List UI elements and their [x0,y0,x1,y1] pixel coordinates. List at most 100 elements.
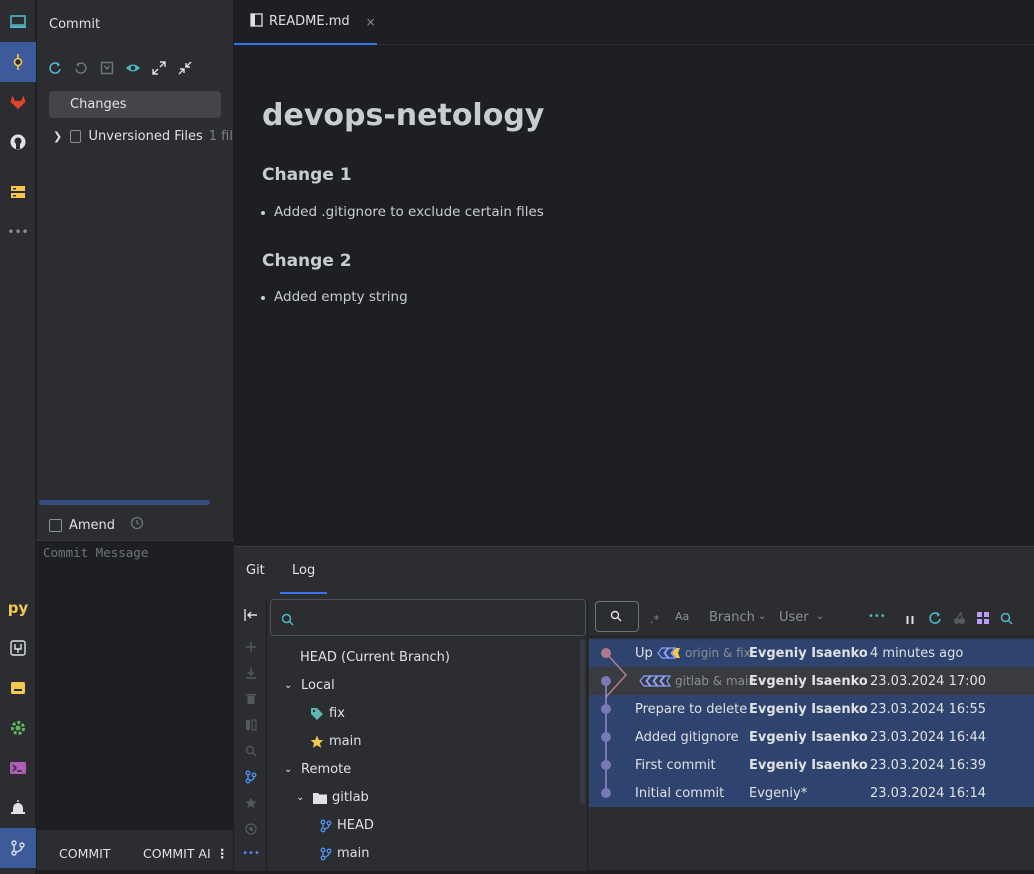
commit-row[interactable]: Up origin & fix Evgeniy Isaenkov 4 minut… [589,639,1034,667]
commit-graph [601,648,628,798]
branch-label: HEAD [337,818,374,833]
github-icon[interactable] [0,122,36,162]
branch-item-fix[interactable]: fix [310,706,345,721]
chevron-down-icon[interactable]: ⌄ [758,611,766,622]
list-item: Added empty string [261,289,408,305]
chevron-right-icon[interactable]: ❯ [53,130,63,143]
branch-filter[interactable]: Branch [709,610,755,625]
commit-message: Prepare to delete [635,701,747,717]
panel-title: Commit [49,17,101,32]
log-search-input[interactable] [595,601,639,632]
commit-date: 23.03.2024 16:44 [870,729,987,745]
project-icon[interactable] [0,2,36,42]
search-icon [281,611,294,630]
branches-scrollbar[interactable] [580,639,585,804]
commit-date: 23.03.2024 17:00 [870,673,987,689]
star-icon[interactable] [243,795,259,811]
amend-label[interactable]: Amend [69,518,115,533]
terminal-folder-icon[interactable] [0,668,36,708]
notifications-icon[interactable] [0,788,36,828]
branch-group-local[interactable]: ⌄ Local [284,678,335,693]
branch-filter-icon[interactable] [243,769,259,785]
commit-message-input[interactable]: Commit Message [37,540,234,830]
gitlab-icon[interactable] [0,82,36,122]
hide-panel-icon[interactable] [243,607,259,623]
changes-node[interactable]: Changes [49,91,221,118]
history-icon[interactable] [130,516,144,534]
services-icon[interactable] [0,628,36,668]
commit-row[interactable]: Initial commit Evgeniy* 23.03.2024 16:14 [589,779,1034,807]
tab-log[interactable]: Log [292,563,315,578]
match-case-button[interactable]: Aa [675,610,689,623]
add-icon[interactable] [243,639,259,655]
regex-icon[interactable]: .* [649,610,662,629]
branch-group-remote[interactable]: ⌄ Remote [284,762,351,777]
tag-icon [639,675,671,687]
commit-row[interactable]: Added gitignore Evgeniy Isaenkov 23.03.2… [589,723,1034,751]
unversioned-files-node[interactable]: ❯ Unversioned Files 1 fil [53,126,233,146]
search-icon[interactable] [1000,610,1013,629]
commit-message: Initial commit [635,785,725,801]
python-icon[interactable]: py [0,588,36,628]
remote-label: gitlab [332,790,369,805]
target-icon[interactable] [243,821,259,837]
chevron-down-icon[interactable]: ⌄ [816,611,824,622]
tab-git[interactable]: Git [246,563,265,578]
remote-gitlab[interactable]: ⌄ gitlab [296,790,369,805]
refresh-icon[interactable] [47,60,63,76]
commit-author: Evgeniy Isaenkov [749,729,867,745]
update-icon[interactable] [243,665,259,681]
database-icon[interactable] [0,172,36,212]
search-icon[interactable] [243,743,259,759]
settings-icon[interactable] [0,708,36,748]
search-history-icon [610,610,622,622]
more-icon[interactable]: ••• [0,212,36,252]
commit-row[interactable]: Prepare to delete Evgeniy Isaenkov 23.03… [589,695,1034,723]
delete-icon[interactable] [243,691,259,707]
commit-date: 23.03.2024 16:55 [870,701,987,717]
user-filter[interactable]: User [779,610,809,625]
git-branch-icon[interactable] [0,828,36,868]
cherry-pick-icon[interactable] [952,610,966,629]
branch-group-label: Remote [301,762,352,777]
chevron-down-icon[interactable]: ⌄ [296,792,308,803]
branch-icon [320,847,332,860]
shelve-icon[interactable] [99,60,115,76]
branch-head[interactable]: HEAD (Current Branch) [300,650,450,665]
remote-branch-head[interactable]: HEAD [320,818,374,833]
chevron-down-icon[interactable]: ⌄ [284,680,296,691]
editor-tab-bar: README.md × [234,0,1034,45]
eye-icon[interactable] [125,60,141,76]
commit-row[interactable]: gitlab & main Evgeniy Isaenkov 23.03.202… [589,667,1034,695]
rollback-icon[interactable] [73,60,89,76]
expand-icon[interactable] [151,60,167,76]
tab-label: README.md [269,14,350,29]
compare-icon[interactable] [243,717,259,733]
unversioned-label: Unversioned Files [88,128,203,144]
section-heading: Change 1 [262,165,352,185]
commit-button[interactable]: COMMIT [59,846,110,861]
more-icon[interactable]: ••• [242,845,260,861]
commit-row[interactable]: First commit Evgeniy Isaenkov 23.03.2024… [589,751,1034,779]
close-icon[interactable]: × [366,15,376,29]
commit-all-button[interactable]: COMMIT AI [143,846,211,861]
remote-branch-main[interactable]: main [320,846,369,861]
refresh-icon[interactable] [928,610,942,629]
branch-search-input[interactable] [270,599,586,636]
amend-checkbox[interactable] [49,518,62,532]
unversioned-checkbox[interactable] [70,129,81,143]
tab-readme[interactable]: README.md × [234,0,377,45]
chevron-down-icon[interactable]: ⌄ [284,764,296,775]
branch-label: fix [329,706,345,721]
folder-icon [313,792,327,804]
section-heading: Change 2 [262,251,352,271]
pause-icon[interactable] [905,611,915,630]
commit-options-icon[interactable]: ⋮ [216,846,229,861]
terminal-icon[interactable] [0,748,36,788]
layout-icon[interactable] [976,610,990,629]
collapse-icon[interactable] [177,60,193,76]
commit-icon[interactable] [0,42,36,82]
commit-message: First commit [635,757,716,773]
branch-item-main[interactable]: main [310,734,361,749]
more-icon[interactable]: ••• [868,611,886,622]
